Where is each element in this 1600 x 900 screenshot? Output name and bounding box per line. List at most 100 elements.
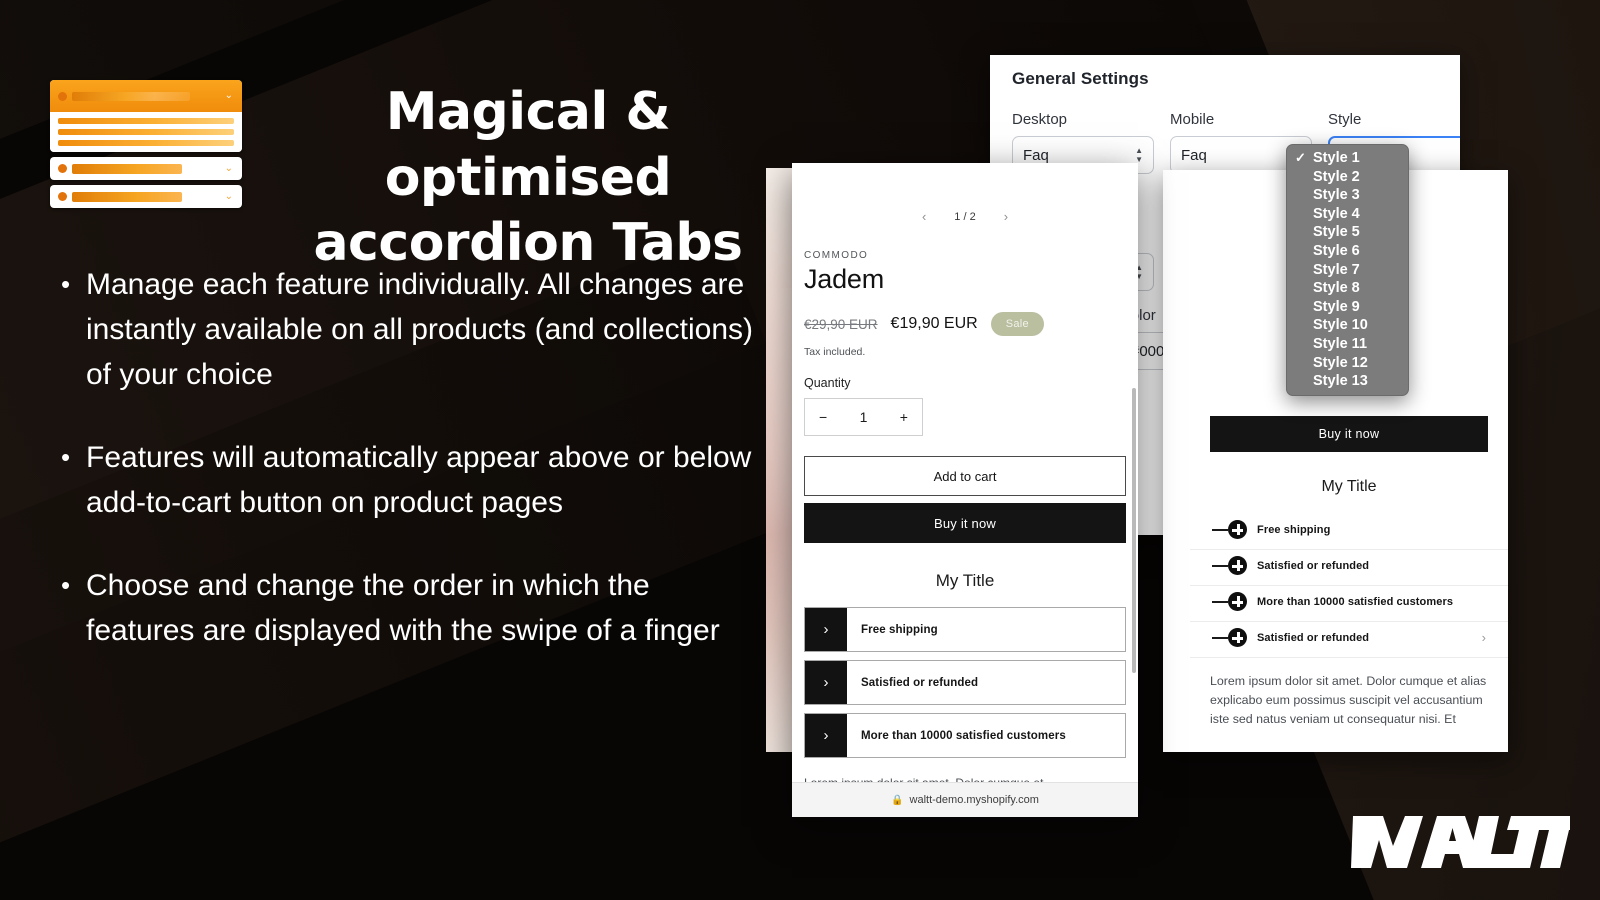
dropdown-option[interactable]: Style 11 [1287,335,1408,354]
list-item: • Manage each feature individually. All … [56,262,756,397]
accordion-list-center: › Free shipping › Satisfied or refunded … [804,607,1126,758]
accordion-logo-icon: ⌄ ⌄ ⌄ [50,80,242,208]
chevron-right-icon[interactable]: › [805,661,847,704]
list-item: • Choose and change the order in which t… [56,563,756,653]
accordion-item-label: Satisfied or refunded [1257,631,1370,644]
pager-next-button[interactable]: › [1004,209,1008,224]
buy-it-now-button[interactable]: Buy it now [804,503,1126,543]
accordion-item-right[interactable]: Satisfied or refunded [1190,550,1508,586]
preview-center-panel: ‹ 1 / 2 › COMMODO Jadem €29,90 EUR €19,9… [792,163,1138,817]
bullet-point-icon: • [61,442,71,472]
dropdown-option-label: Style 1 [1313,150,1360,166]
image-pager: ‹ 1 / 2 › [804,209,1126,224]
dropdown-option[interactable]: Style 13 [1287,372,1408,391]
plus-circle-icon[interactable] [1228,592,1247,611]
product-vendor: COMMODO [804,250,869,261]
dropdown-option[interactable]: Style 9 [1287,298,1408,317]
plus-circle-icon[interactable] [1228,520,1247,539]
accordion-item-label: Free shipping [861,623,938,636]
bullet-dot-icon [58,192,67,201]
dash-icon [1212,636,1228,639]
page-title: Magical & optimised accordion Tabs [313,82,743,274]
add-to-cart-button[interactable]: Add to cart [804,456,1126,496]
logo-accordion-body [50,112,242,152]
accordion-item-center[interactable]: › More than 10000 satisfied customers [804,713,1126,758]
bullet-text: Choose and change the order in which the… [86,569,720,647]
placeholder-line [58,118,234,124]
placeholder-line [58,140,234,146]
waltt-logo [1345,810,1570,872]
product-name: Jadem [804,264,885,294]
lorem-text-right: Lorem ipsum dolor sit amet. Dolor cumque… [1210,674,1487,726]
chevron-down-icon: ⌄ [224,162,233,174]
price-sale: €19,90 EUR [890,315,978,332]
check-icon: ✓ [1295,150,1306,165]
list-item: • Features will automatically appear abo… [56,435,756,525]
price-original: €29,90 EUR [804,316,878,332]
dropdown-option[interactable]: Style 8 [1287,279,1408,298]
dropdown-option[interactable]: Style 3 [1287,186,1408,205]
status-badge: Sale [990,312,1044,336]
lock-icon: 🔒 [891,794,904,806]
logo-accordion-open-item: ⌄ [50,80,242,152]
bullet-point-icon: • [61,269,71,299]
dropdown-option[interactable]: Style 2 [1287,168,1408,187]
tax-note: Tax included. [804,346,866,358]
mobile-select-value: Faq [1181,146,1207,164]
marketing-column: ⌄ ⌄ ⌄ Magical & optimised accordion Tabs… [0,0,790,900]
accordion-item-center[interactable]: › Free shipping [804,607,1126,652]
desktop-select-value: Faq [1023,146,1049,164]
accordion-item-right[interactable]: Satisfied or refunded › [1190,622,1508,658]
placeholder-line [58,129,234,135]
accordion-item-center[interactable]: › Satisfied or refunded [804,660,1126,705]
bullet-text: Manage each feature individually. All ch… [86,268,754,391]
quantity-stepper[interactable]: − 1 + [804,398,923,436]
feature-bullet-list: • Manage each feature individually. All … [56,262,756,691]
bullet-text: Features will automatically appear above… [86,441,752,519]
dropdown-option[interactable]: Style 12 [1287,354,1408,373]
browser-url[interactable]: waltt-demo.myshopify.com [910,794,1039,806]
accordion-item-label: Satisfied or refunded [1257,559,1370,572]
scrollbar[interactable] [1132,388,1136,673]
accordion-item-label: More than 10000 satisfied customers [1257,595,1454,608]
stepper-icon: ▲▼ [1135,146,1143,164]
chevron-right-icon[interactable]: › [1482,630,1486,645]
quantity-increment-button[interactable]: + [900,409,908,425]
accordion-title-right: My Title [1321,478,1377,495]
quantity-value[interactable]: 1 [860,409,868,425]
dropdown-option[interactable]: Style 5 [1287,223,1408,242]
dash-icon [1212,600,1228,603]
field-label: Mobile [1170,111,1215,128]
accordion-item-label: Satisfied or refunded [861,676,979,689]
logo-accordion-collapsed-item: ⌄ [50,157,242,180]
pager-label: 1 / 2 [954,210,976,223]
buy-it-now-button-right[interactable]: Buy it now [1210,416,1488,452]
placeholder-bar [72,191,182,202]
bullet-point-icon: • [61,570,71,600]
plus-circle-icon[interactable] [1228,628,1247,647]
dropdown-option[interactable]: Style 6 [1287,242,1408,261]
plus-circle-icon[interactable] [1228,556,1247,575]
accordion-item-right[interactable]: More than 10000 satisfied customers [1190,586,1508,622]
quantity-label: Quantity [804,376,851,390]
quantity-decrement-button[interactable]: − [819,409,827,425]
dash-icon [1212,564,1228,567]
bullet-dot-icon [58,91,67,101]
dropdown-option[interactable]: Style 7 [1287,261,1408,280]
field-label: Style [1328,111,1362,128]
bullet-dot-icon [58,164,67,173]
accordion-item-label: Free shipping [1257,523,1331,536]
dropdown-option[interactable]: Style 10 [1287,316,1408,335]
chevron-right-icon[interactable]: › [805,714,847,757]
style-dropdown-menu[interactable]: ✓ Style 1 Style 2 Style 3 Style 4 Style … [1286,144,1409,396]
accordion-item-right[interactable]: Free shipping [1190,514,1508,550]
placeholder-bar [72,91,190,101]
chevron-down-icon: ⌄ [224,90,233,101]
logo-accordion-header: ⌄ [50,80,242,112]
pager-prev-button[interactable]: ‹ [922,209,926,224]
dropdown-option[interactable]: Style 4 [1287,205,1408,224]
accordion-item-label: More than 10000 satisfied customers [861,729,1066,742]
chevron-right-icon[interactable]: › [805,608,847,651]
browser-url-bar: 🔒 waltt-demo.myshopify.com [792,782,1138,817]
dropdown-option[interactable]: ✓ Style 1 [1287,149,1408,168]
